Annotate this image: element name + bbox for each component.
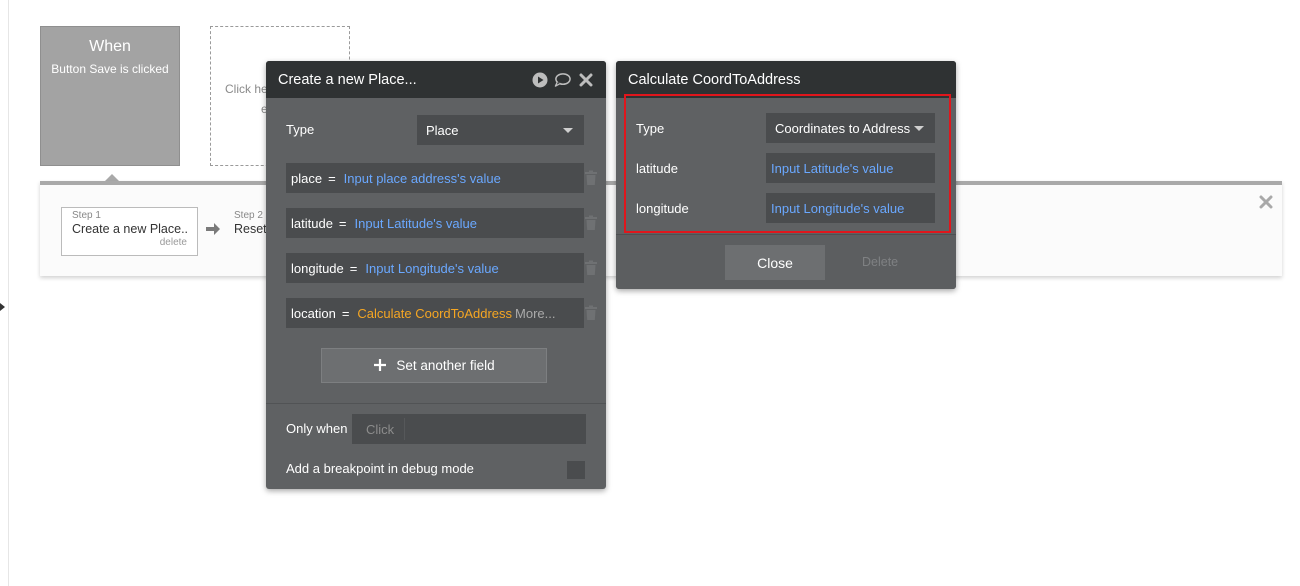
step-name: Create a new Place... bbox=[72, 222, 187, 236]
panel-header: Create a new Place... bbox=[266, 61, 606, 98]
event-block[interactable]: When Button Save is clicked bbox=[40, 26, 180, 166]
arrow-right-icon bbox=[205, 221, 221, 241]
field-equals: = bbox=[328, 170, 336, 186]
breakpoint-checkbox[interactable] bbox=[567, 461, 585, 479]
close-icon[interactable] bbox=[577, 71, 594, 88]
field-value[interactable]: Input Latitude's value bbox=[355, 216, 477, 231]
only-when-input[interactable]: Click bbox=[352, 414, 586, 444]
breakpoint-label: Add a breakpoint in debug mode bbox=[286, 461, 474, 476]
more-link[interactable]: More... bbox=[515, 306, 555, 321]
highlight-box bbox=[624, 94, 951, 233]
field-value[interactable]: Calculate CoordToAddress bbox=[357, 306, 512, 321]
trash-icon[interactable] bbox=[584, 305, 598, 321]
only-when-label: Only when bbox=[286, 421, 348, 436]
delete-button[interactable]: Delete bbox=[862, 255, 898, 269]
trash-icon[interactable] bbox=[584, 170, 598, 186]
field-name: latitude bbox=[291, 215, 333, 231]
close-icon[interactable] bbox=[1259, 194, 1273, 214]
step-number: Step 2 bbox=[234, 210, 263, 221]
comment-icon[interactable] bbox=[554, 71, 571, 88]
create-place-panel: Create a new Place... Type Place place =… bbox=[266, 61, 606, 489]
plus-icon bbox=[373, 356, 387, 376]
play-icon[interactable] bbox=[531, 71, 548, 88]
field-value[interactable]: Input place address's value bbox=[344, 171, 501, 186]
step-1-card[interactable]: Step 1 Create a new Place... delete bbox=[61, 207, 198, 256]
step-number: Step 1 bbox=[72, 210, 101, 221]
step-delete-link[interactable]: delete bbox=[72, 237, 187, 248]
calculate-coord-panel: Calculate CoordToAddress Type Coordinate… bbox=[616, 61, 956, 289]
chevron-down-icon bbox=[563, 128, 573, 133]
calc-panel-footer: Close Delete bbox=[616, 234, 956, 289]
panel-title: Calculate CoordToAddress bbox=[628, 71, 801, 88]
field-row-location[interactable]: location = Calculate CoordToAddress More… bbox=[286, 298, 584, 328]
step-name: Reset bbox=[234, 222, 267, 236]
trash-icon[interactable] bbox=[584, 260, 598, 276]
event-subtitle: Button Save is clicked bbox=[51, 62, 169, 76]
field-equals: = bbox=[349, 260, 358, 276]
set-another-field-label: Set another field bbox=[396, 358, 495, 373]
field-name: location bbox=[291, 305, 336, 321]
left-rule bbox=[8, 0, 9, 586]
type-value: Place bbox=[426, 122, 459, 138]
field-row-longitude[interactable]: longitude = Input Longitude's value bbox=[286, 253, 584, 283]
trash-icon[interactable] bbox=[584, 215, 598, 231]
panel-header: Calculate CoordToAddress bbox=[616, 61, 956, 98]
field-equals: = bbox=[338, 215, 347, 231]
caret-right-icon[interactable] bbox=[0, 303, 5, 311]
field-row-latitude[interactable]: latitude = Input Latitude's value bbox=[286, 208, 584, 238]
field-name: place bbox=[291, 170, 323, 186]
panel-divider bbox=[266, 403, 606, 404]
set-another-field-button[interactable]: Set another field bbox=[321, 348, 547, 383]
field-row-place[interactable]: place = Input place address's value bbox=[286, 163, 584, 193]
event-title: When bbox=[89, 38, 131, 55]
panel-title: Create a new Place... bbox=[278, 71, 417, 88]
panel-header-icons bbox=[531, 71, 594, 88]
close-button[interactable]: Close bbox=[725, 245, 825, 280]
field-name: longitude bbox=[291, 260, 344, 276]
type-dropdown[interactable]: Place bbox=[417, 115, 584, 145]
field-equals: = bbox=[341, 305, 350, 321]
field-value[interactable]: Input Longitude's value bbox=[365, 261, 498, 276]
type-label: Type bbox=[286, 122, 315, 137]
step-2-card[interactable]: Step 2 Reset bbox=[234, 210, 267, 236]
only-when-placeholder: Click bbox=[366, 418, 406, 440]
